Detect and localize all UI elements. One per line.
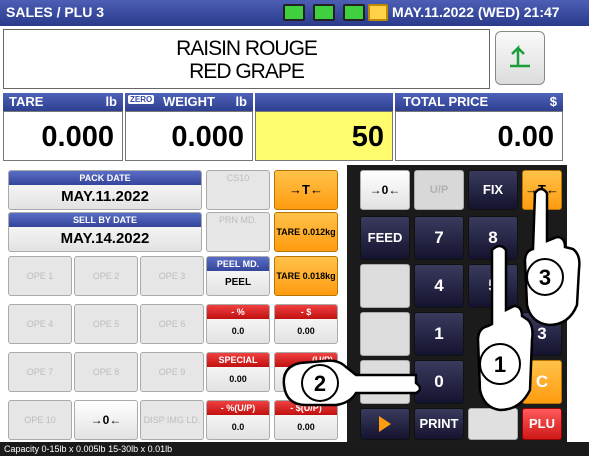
tare-012-button[interactable]: TARE 0.012kg xyxy=(274,212,338,252)
fix-button[interactable]: FIX xyxy=(468,170,518,210)
svg-text:1: 1 xyxy=(494,352,506,377)
svg-text:3: 3 xyxy=(539,265,551,290)
battery-icon xyxy=(343,4,365,21)
key-7[interactable]: 7 xyxy=(414,216,464,260)
ope6-button[interactable]: OPE 6 xyxy=(140,304,204,344)
capacity-status-bar: Capacity 0-15lb x 0.005lb 15-30lb x 0.01… xyxy=(0,442,589,456)
blank-key-1[interactable] xyxy=(360,264,410,308)
unit-price-display[interactable]: 50 xyxy=(255,111,393,161)
peel-md-button[interactable]: PEEL MD. PEEL xyxy=(206,256,270,296)
tare-018-button[interactable]: TARE 0.018kg xyxy=(274,256,338,296)
ope5-button[interactable]: OPE 5 xyxy=(74,304,138,344)
disp-img-ld-button[interactable]: DISP IMG LD. xyxy=(140,400,204,440)
monitor-icon xyxy=(283,4,305,21)
date-time: MAY.11.2022 (WED) 21:47 xyxy=(392,4,560,20)
network-icon xyxy=(368,4,388,21)
ope4-button[interactable]: OPE 4 xyxy=(8,304,72,344)
minus-percent-button[interactable]: - % 0.0 xyxy=(206,304,270,344)
card-icon xyxy=(313,4,335,21)
ope8-button[interactable]: OPE 8 xyxy=(74,352,138,392)
total-price-display: 0.00 xyxy=(395,111,563,161)
item-name-line1: RAISIN ROUGE xyxy=(176,37,318,60)
scale-screen: SALES / PLU 3 MAY.11.2022 (WED) 21:47 RA… xyxy=(0,0,589,456)
percent-unit-price-button[interactable]: - %(U/P) 0.0 xyxy=(206,400,270,440)
svg-text:2: 2 xyxy=(314,371,326,396)
return-button[interactable] xyxy=(495,31,545,85)
unit-price-header xyxy=(255,93,393,111)
zero-badge: ZERO xyxy=(128,95,155,104)
cs10-button[interactable]: CS10 xyxy=(206,170,270,210)
ope3-button[interactable]: OPE 3 xyxy=(140,256,204,296)
screen-title: SALES / PLU 3 xyxy=(6,4,105,20)
return-icon xyxy=(510,44,530,68)
ope10-button[interactable]: OPE 10 xyxy=(8,400,72,440)
ope1-button[interactable]: OPE 1 xyxy=(8,256,72,296)
pointing-hand-2-icon: 2 xyxy=(282,359,422,407)
pointing-hand-3-icon: 3 xyxy=(523,187,581,327)
sell-by-date-button[interactable]: SELL BY DATE MAY.14.2022 xyxy=(8,212,202,252)
weight-display: 0.000 xyxy=(125,111,253,161)
ope2-button[interactable]: OPE 2 xyxy=(74,256,138,296)
feed-button[interactable]: FEED xyxy=(360,216,410,260)
key-4[interactable]: 4 xyxy=(414,264,464,308)
item-name-box: RAISIN ROUGE RED GRAPE xyxy=(3,29,490,89)
ope9-button[interactable]: OPE 9 xyxy=(140,352,204,392)
special-button[interactable]: SPECIAL 0.00 xyxy=(206,352,270,392)
zero-button-left[interactable]: →0← xyxy=(74,400,138,440)
total-price-header: TOTAL PRICE $ xyxy=(395,93,563,111)
tare-button[interactable]: →T← xyxy=(274,170,338,210)
unit-price-button[interactable]: U/P xyxy=(414,170,464,210)
tare-display: 0.000 xyxy=(3,111,123,161)
weight-header: ZERO WEIGHT lb xyxy=(125,93,253,111)
top-bar: SALES / PLU 3 MAY.11.2022 (WED) 21:47 xyxy=(0,0,589,26)
ope7-button[interactable]: OPE 7 xyxy=(8,352,72,392)
prn-md-button[interactable]: PRN MD. xyxy=(206,212,270,252)
minus-dollar-button[interactable]: - $ 0.00 xyxy=(274,304,338,344)
tare-header: TARE lb xyxy=(3,93,123,111)
pack-date-button[interactable]: PACK DATE MAY.11.2022 xyxy=(8,170,202,210)
zero-set-button[interactable]: →0← xyxy=(360,170,410,210)
item-name-line2: RED GRAPE xyxy=(189,60,305,83)
